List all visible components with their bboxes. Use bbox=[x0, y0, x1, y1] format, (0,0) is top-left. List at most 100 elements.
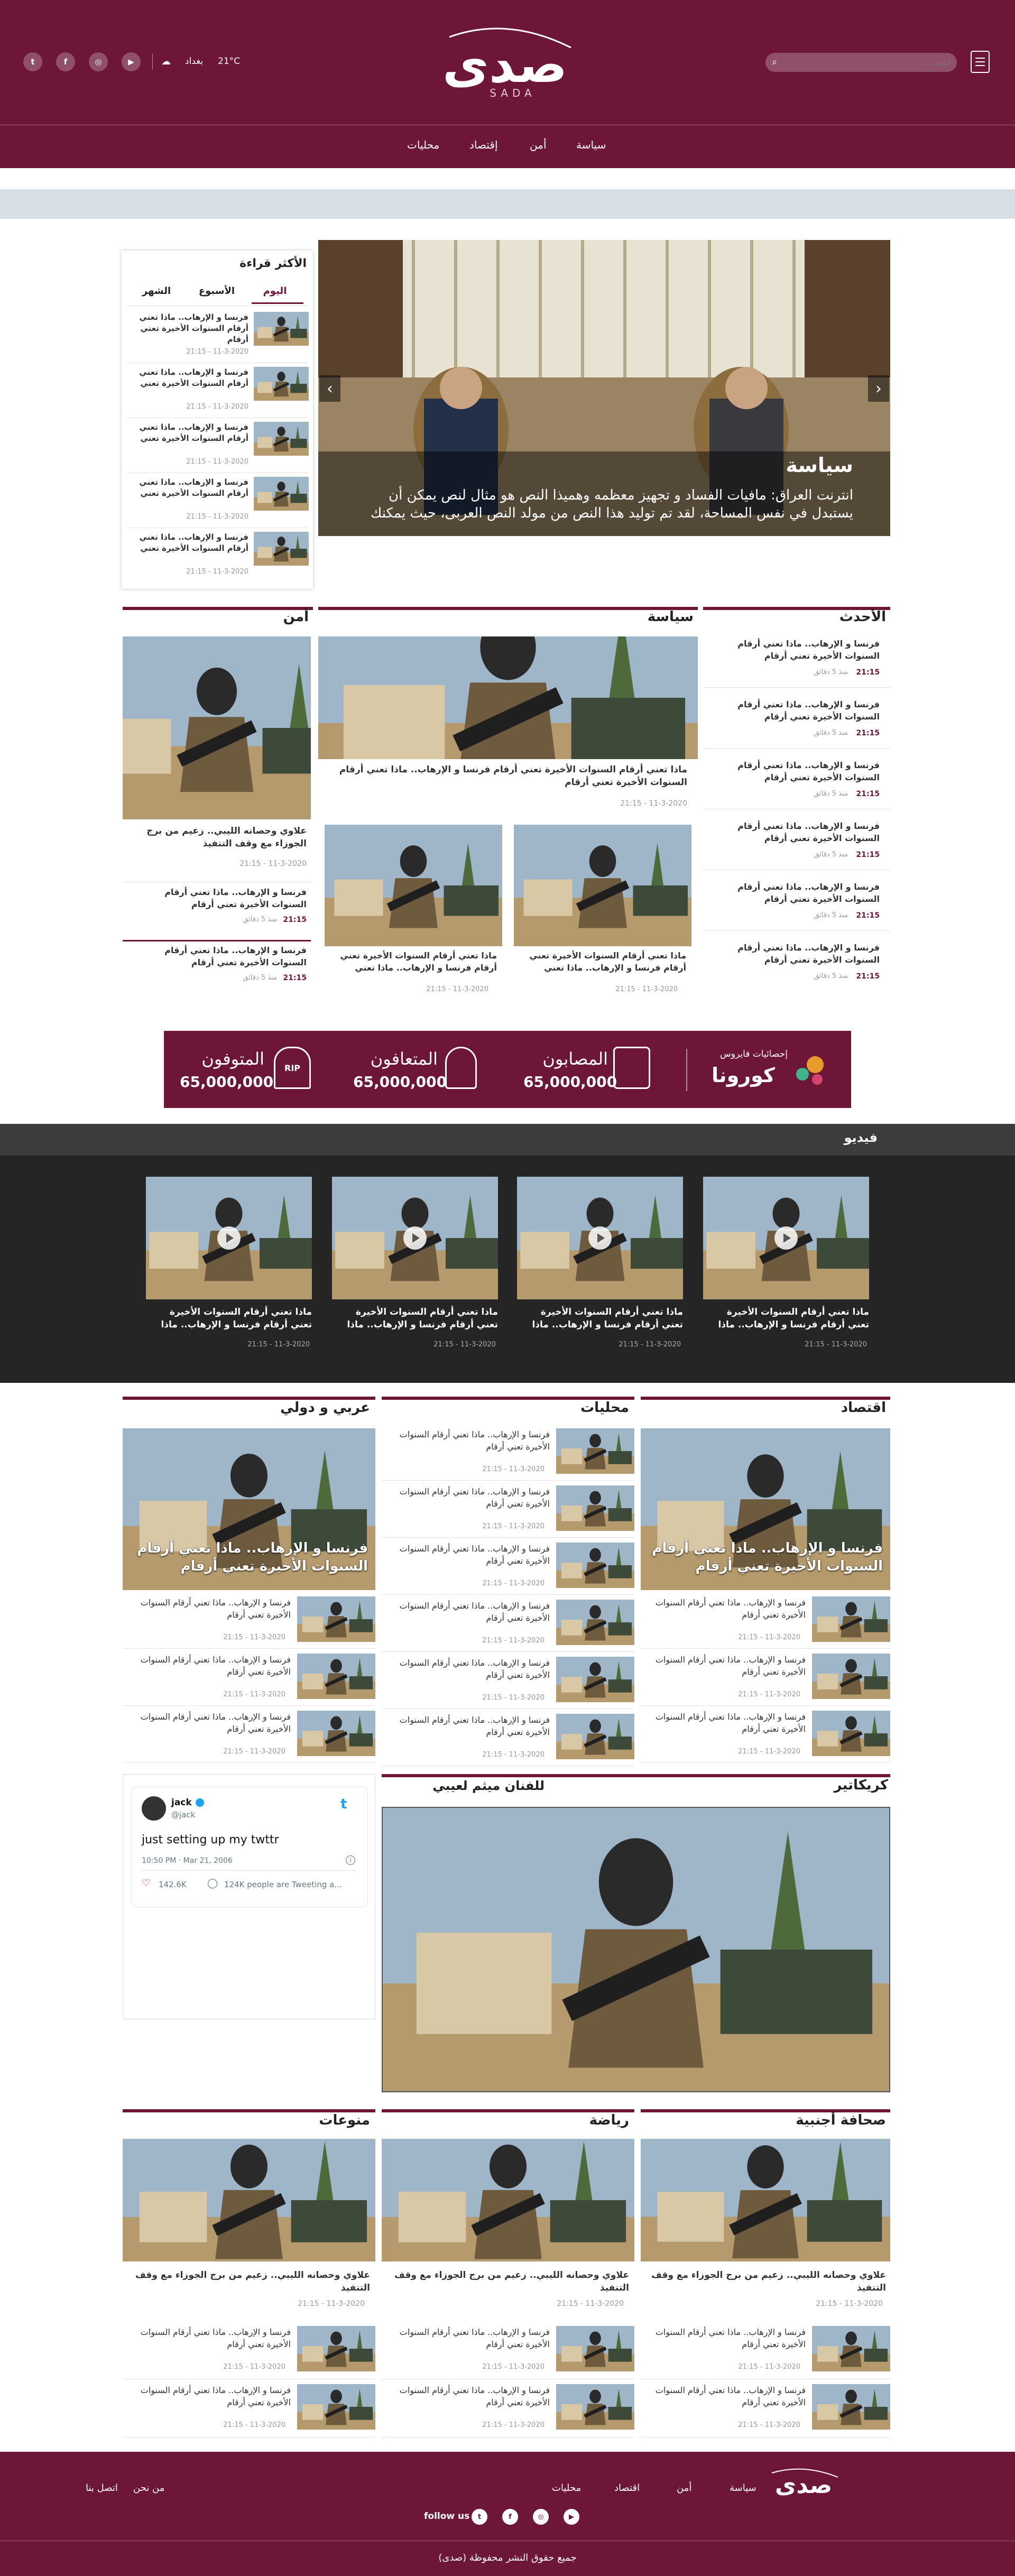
video-item-text[interactable]: ماذا تعني أرقام السنوات الأخيرة تعني أرق… bbox=[517, 1306, 683, 1331]
search-input[interactable] bbox=[787, 53, 951, 72]
local-item-text[interactable]: فرنسا و الإرهاب.. ماذا تعني أرقام السنوا… bbox=[384, 1485, 550, 1510]
arab-item-text[interactable]: فرنسا و الإرهاب.. ماذا تعني أرقام السنوا… bbox=[125, 1654, 291, 1678]
economy-item-text[interactable]: فرنسا و الإرهاب.. ماذا تعني أرقام السنوا… bbox=[643, 1711, 806, 1735]
local-item-text[interactable]: فرنسا و الإرهاب.. ماذا تعني أرقام السنوا… bbox=[384, 1543, 550, 1567]
twitter-icon[interactable]: t bbox=[23, 52, 42, 71]
info-icon[interactable]: i bbox=[346, 1855, 355, 1865]
most-read-item-text[interactable]: فرنسا و الإرهاب.. ماذا تعني أرقام السنوا… bbox=[129, 532, 249, 554]
footer-link-about[interactable]: من نحن bbox=[133, 2482, 164, 2494]
caricature-image[interactable] bbox=[382, 1807, 890, 2092]
play-icon[interactable] bbox=[403, 1226, 427, 1250]
play-icon[interactable] bbox=[217, 1226, 241, 1250]
foreign-main-image[interactable] bbox=[641, 2139, 890, 2261]
tab-today[interactable]: اليوم bbox=[254, 285, 296, 297]
local-item-thumb[interactable] bbox=[556, 1428, 634, 1474]
economy-item-thumb[interactable] bbox=[812, 1654, 890, 1699]
latest-item-text[interactable]: فرنسا و الإرهاب.. ماذا تعني أرقام السنوا… bbox=[708, 759, 880, 783]
tab-week[interactable]: الأسبوع bbox=[196, 285, 238, 297]
arab-overlay-text[interactable]: فرنسا و الإرهاب.. ماذا تعني أرقام السنوا… bbox=[132, 1539, 368, 1575]
economy-item-thumb[interactable] bbox=[812, 1596, 890, 1642]
foreign-item-text[interactable]: فرنسا و الإرهاب.. ماذا تعني أرقام السنوا… bbox=[643, 2326, 806, 2350]
slider-category[interactable]: سياسة bbox=[687, 454, 853, 477]
footer-facebook-icon[interactable]: f bbox=[502, 2509, 518, 2525]
sports-main-image[interactable] bbox=[382, 2139, 634, 2261]
instagram-icon[interactable]: ◎ bbox=[89, 52, 108, 71]
misc-main-text[interactable]: علاوي وحصانه الليبي.. زعيم من برج الجوزا… bbox=[127, 2269, 370, 2294]
footer-logo[interactable]: صدى bbox=[767, 2463, 841, 2500]
ad-banner[interactable] bbox=[0, 189, 1015, 219]
footer-twitter-icon[interactable]: t bbox=[472, 2509, 487, 2525]
local-item-thumb[interactable] bbox=[556, 1600, 634, 1645]
most-read-item-text[interactable]: فرنسا و الإرهاب.. ماذا تعني أرقام السنوا… bbox=[129, 477, 249, 499]
local-item-thumb[interactable] bbox=[556, 1543, 634, 1588]
misc-item-thumb[interactable] bbox=[297, 2326, 375, 2371]
footer-link-contact[interactable]: اتصل بنا bbox=[86, 2482, 118, 2494]
facebook-icon[interactable]: f bbox=[56, 52, 75, 71]
nav-item-local[interactable]: محليات bbox=[407, 139, 439, 151]
foreign-item-thumb[interactable] bbox=[812, 2326, 890, 2371]
nav-item-politics[interactable]: سياسة bbox=[576, 139, 606, 151]
local-item-text[interactable]: فرنسا و الإرهاب.. ماذا تعني أرقام السنوا… bbox=[384, 1428, 550, 1453]
footer-link-economy[interactable]: اقتصاد bbox=[614, 2482, 640, 2494]
local-item-thumb[interactable] bbox=[556, 1657, 634, 1702]
local-item-thumb[interactable] bbox=[556, 1485, 634, 1531]
sports-item-thumb[interactable] bbox=[556, 2326, 634, 2371]
latest-item-text[interactable]: فرنسا و الإرهاب.. ماذا تعني أرقام السنوا… bbox=[708, 881, 880, 905]
play-icon[interactable] bbox=[588, 1226, 612, 1250]
sports-item-text[interactable]: فرنسا و الإرهاب.. ماذا تعني أرقام السنوا… bbox=[384, 2384, 550, 2408]
politics-sub-text[interactable]: ماذا تعني أرقام السنوات الأخيرة تعني أرق… bbox=[330, 949, 497, 974]
foreign-item-text[interactable]: فرنسا و الإرهاب.. ماذا تعني أرقام السنوا… bbox=[643, 2384, 806, 2408]
latest-item-text[interactable]: فرنسا و الإرهاب.. ماذا تعني أرقام السنوا… bbox=[708, 698, 880, 723]
sports-item-text[interactable]: فرنسا و الإرهاب.. ماذا تعني أرقام السنوا… bbox=[384, 2326, 550, 2350]
reply-icon[interactable]: ◯ bbox=[207, 1878, 218, 1889]
nav-item-security[interactable]: أمن bbox=[530, 139, 547, 151]
slider-headline[interactable]: انترنت العراق: مافيات الفساد و تجهيز معظ… bbox=[354, 486, 853, 522]
slider-next-button[interactable]: › bbox=[868, 375, 889, 402]
search-box[interactable]: ⌕ bbox=[765, 53, 957, 72]
latest-item-text[interactable]: فرنسا و الإرهاب.. ماذا تعني أرقام السنوا… bbox=[708, 941, 880, 966]
politics-main-image[interactable] bbox=[318, 636, 698, 759]
footer-link-security[interactable]: أمن bbox=[677, 2482, 691, 2494]
security-item-text[interactable]: فرنسا و الإرهاب.. ماذا تعني أرقام السنوا… bbox=[127, 886, 307, 910]
most-read-thumb[interactable] bbox=[254, 312, 309, 346]
misc-item-thumb[interactable] bbox=[297, 2384, 375, 2430]
economy-item-text[interactable]: فرنسا و الإرهاب.. ماذا تعني أرقام السنوا… bbox=[643, 1654, 806, 1678]
local-item-text[interactable]: فرنسا و الإرهاب.. ماذا تعني أرقام السنوا… bbox=[384, 1657, 550, 1681]
latest-item-text[interactable]: فرنسا و الإرهاب.. ماذا تعني أرقام السنوا… bbox=[708, 638, 880, 662]
tweet-name[interactable]: jack bbox=[171, 1797, 192, 1808]
politics-sub-image[interactable] bbox=[325, 825, 502, 946]
nav-item-economy[interactable]: إقتصاد bbox=[469, 139, 498, 151]
most-read-item-text[interactable]: فرنسا و الإرهاب.. ماذا تعني أرقام السنوا… bbox=[129, 312, 249, 345]
heart-icon[interactable]: ♡ bbox=[142, 1878, 150, 1889]
footer-link-local[interactable]: محليات bbox=[552, 2482, 581, 2494]
security-item-text[interactable]: فرنسا و الإرهاب.. ماذا تعني أرقام السنوا… bbox=[127, 944, 307, 968]
politics-sub-text[interactable]: ماذا تعني أرقام السنوات الأخيرة تعني أرق… bbox=[519, 949, 686, 974]
sports-item-thumb[interactable] bbox=[556, 2384, 634, 2430]
economy-item-thumb[interactable] bbox=[812, 1711, 890, 1756]
economy-overlay-text[interactable]: فرنسا و الإرهاب.. ماذا تعني أرقام السنوا… bbox=[650, 1539, 883, 1575]
most-read-thumb[interactable] bbox=[254, 477, 309, 511]
most-read-item-text[interactable]: فرنسا و الإرهاب.. ماذا تعني أرقام السنوا… bbox=[129, 367, 249, 389]
arab-item-text[interactable]: فرنسا و الإرهاب.. ماذا تعني أرقام السنوا… bbox=[125, 1711, 291, 1735]
slider-prev-button[interactable]: ‹ bbox=[319, 375, 340, 402]
local-item-thumb[interactable] bbox=[556, 1714, 634, 1759]
misc-item-text[interactable]: فرنسا و الإرهاب.. ماذا تعني أرقام السنوا… bbox=[125, 2384, 291, 2408]
economy-item-text[interactable]: فرنسا و الإرهاب.. ماذا تعني أرقام السنوا… bbox=[643, 1596, 806, 1621]
most-read-item-text[interactable]: فرنسا و الإرهاب.. ماذا تعني أرقام السنوا… bbox=[129, 422, 249, 444]
local-item-text[interactable]: فرنسا و الإرهاب.. ماذا تعني أرقام السنوا… bbox=[384, 1714, 550, 1738]
footer-link-politics[interactable]: سياسة bbox=[730, 2482, 756, 2494]
most-read-thumb[interactable] bbox=[254, 532, 309, 566]
latest-item-text[interactable]: فرنسا و الإرهاب.. ماذا تعني أرقام السنوا… bbox=[708, 820, 880, 844]
sports-main-text[interactable]: علاوي وحصانه الليبي.. زعيم من برج الجوزا… bbox=[386, 2269, 629, 2294]
menu-icon[interactable] bbox=[971, 51, 990, 73]
arab-item-thumb[interactable] bbox=[297, 1654, 375, 1699]
security-main-text[interactable]: علاوي وحصانه الليبي.. زعيم من برج الجوزا… bbox=[127, 825, 307, 850]
most-read-thumb[interactable] bbox=[254, 367, 309, 401]
most-read-thumb[interactable] bbox=[254, 422, 309, 456]
tab-month[interactable]: الشهر bbox=[135, 285, 178, 297]
arab-item-thumb[interactable] bbox=[297, 1596, 375, 1642]
play-icon[interactable] bbox=[774, 1226, 798, 1250]
twitter-bird-icon[interactable]: t bbox=[340, 1796, 347, 1812]
footer-youtube-icon[interactable]: ▶ bbox=[564, 2509, 579, 2525]
search-icon[interactable]: ⌕ bbox=[772, 57, 777, 68]
